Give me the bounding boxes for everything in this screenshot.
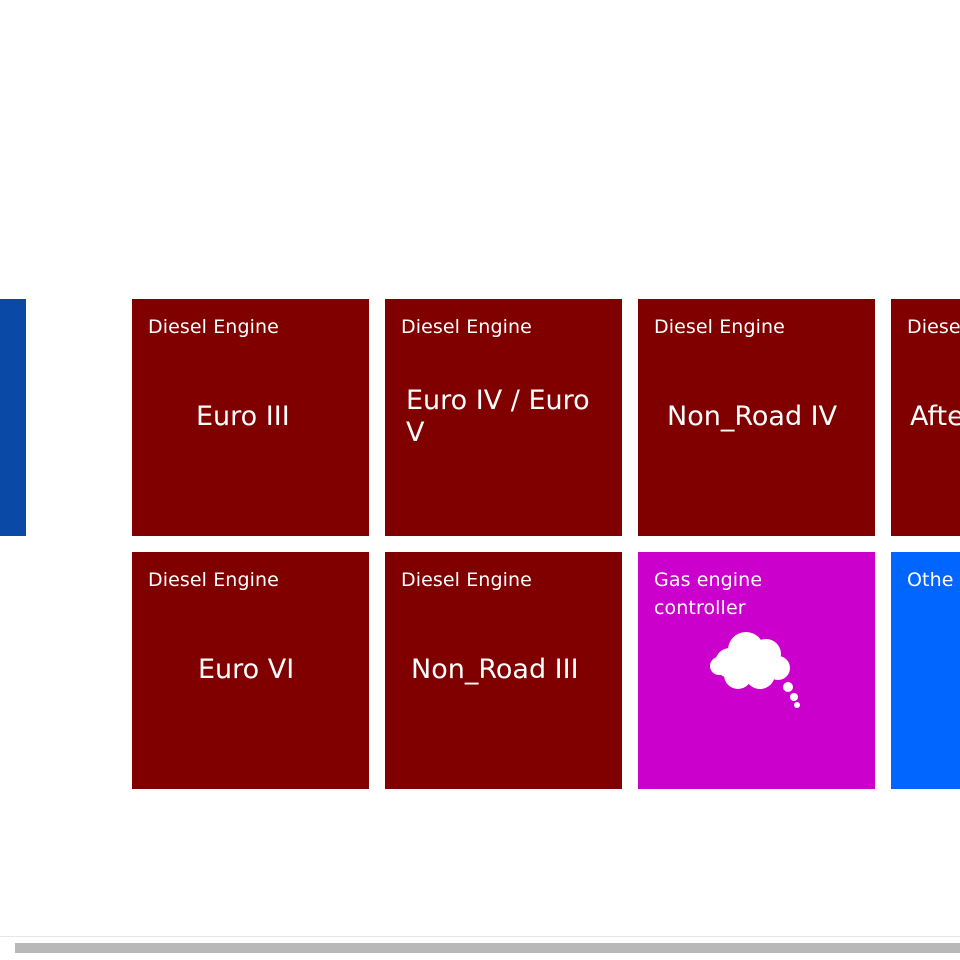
tile-gas-engine-controller[interactable]: Gas engine controller [638, 552, 875, 789]
tile-title: Afte [910, 401, 960, 432]
tile-category-label: Diesel Engine [654, 316, 785, 338]
partial-tile-left[interactable] [0, 299, 26, 536]
tile-euro-iii[interactable]: Diesel Engine Euro III [132, 299, 369, 536]
tile-title: Euro VI [198, 654, 295, 685]
tile-title: Euro III [196, 401, 290, 432]
tile-euro-vi[interactable]: Diesel Engine Euro VI [132, 552, 369, 789]
tile-category-label: Diesel Engine [401, 316, 532, 338]
tile-category-label: Diesel Engine [148, 569, 279, 591]
tile-category-label: Gas engine controller [654, 569, 763, 619]
tile-aftertreatment-partial[interactable]: Diese Afte [891, 299, 960, 536]
scrollbar-thumb[interactable] [15, 943, 960, 953]
tile-category-label: Othe [907, 569, 954, 591]
tile-other-partial[interactable]: Othe [891, 552, 960, 789]
tile-category-label: Diesel Engine [401, 569, 532, 591]
tile-non-road-iii[interactable]: Diesel Engine Non_Road III [385, 552, 622, 789]
tile-category-label: Diesel Engine [148, 316, 279, 338]
cloud-icon [710, 632, 800, 708]
tile-title: Non_Road III [411, 654, 579, 685]
tile-category-label: Diese [907, 316, 960, 338]
tile-title: Euro IV / Euro V [406, 385, 590, 448]
horizontal-scrollbar[interactable] [0, 936, 960, 960]
tile-euro-iv-euro-v[interactable]: Diesel Engine Euro IV / Euro V [385, 299, 622, 536]
tile-non-road-iv[interactable]: Diesel Engine Non_Road IV [638, 299, 875, 536]
tile-title: Non_Road IV [667, 401, 838, 432]
start-screen: Diesel Engine Euro III Diesel Engine Eur… [0, 0, 960, 960]
